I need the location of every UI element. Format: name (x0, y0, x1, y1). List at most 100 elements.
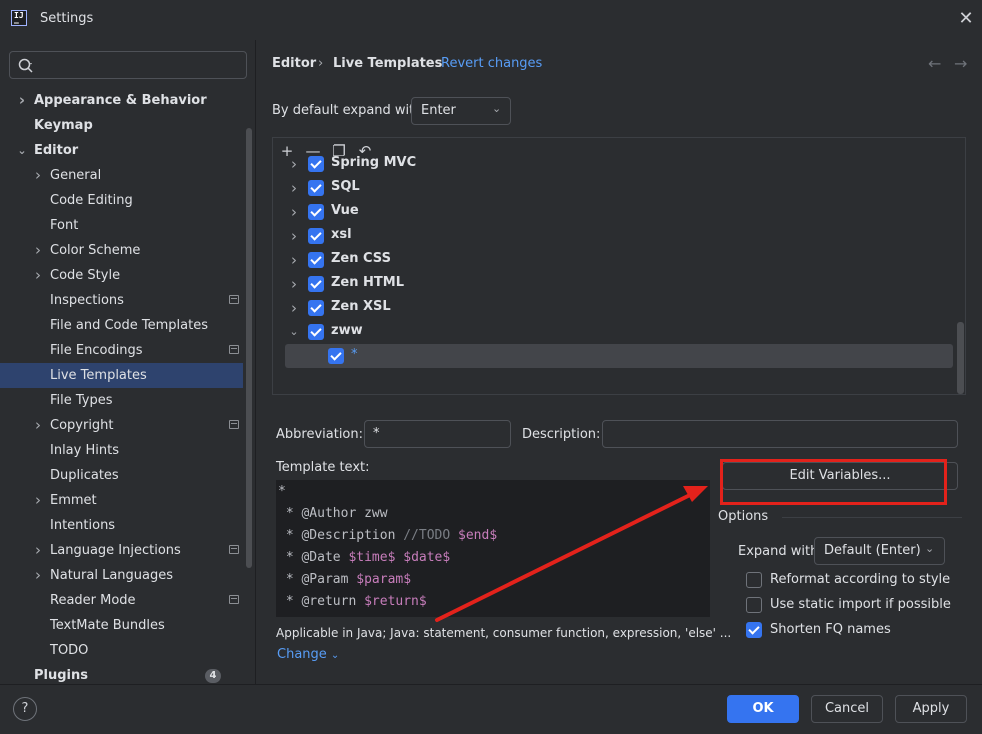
sidebar-item-appearance-behavior[interactable]: › Appearance & Behavior (0, 88, 243, 113)
remove-icon[interactable]: — (303, 141, 323, 161)
sidebar-item-file-encodings[interactable]: File Encodings (0, 338, 243, 363)
sidebar-item-font[interactable]: Font (0, 213, 243, 238)
undo-icon[interactable]: ↶ (355, 141, 375, 161)
chevron-right-icon[interactable]: › (287, 203, 301, 221)
sidebar-item-reader-mode[interactable]: Reader Mode (0, 588, 243, 613)
breadcrumb-editor[interactable]: Editor (272, 56, 316, 71)
chevron-down-icon: ⌄ (925, 542, 935, 555)
sidebar-item-label: Editor (34, 143, 79, 158)
sidebar-scrollbar[interactable] (246, 128, 252, 568)
sidebar-item-inlay-hints[interactable]: Inlay Hints (0, 438, 243, 463)
change-contexts-link[interactable]: Change ⌄ (277, 647, 339, 662)
template-text-label: Template text: (276, 460, 370, 475)
apply-button[interactable]: Apply (895, 695, 967, 723)
sidebar-item-color-scheme[interactable]: › Color Scheme (0, 238, 243, 263)
sidebar-item-label: Emmet (50, 493, 97, 508)
sidebar-item-copyright[interactable]: › Copyright (0, 413, 243, 438)
option-checkbox-reformat-according-to-style[interactable] (746, 572, 762, 588)
chevron-right-icon[interactable]: › (32, 413, 44, 438)
description-field[interactable] (602, 420, 958, 448)
enabled-checkbox[interactable] (308, 276, 324, 292)
sidebar-item-emmet[interactable]: › Emmet (0, 488, 243, 513)
copy-icon[interactable]: ❐ (329, 141, 349, 161)
abbreviation-field[interactable]: * (364, 420, 511, 448)
chevron-right-icon[interactable]: › (287, 275, 301, 293)
sidebar-item-code-editing[interactable]: Code Editing (0, 188, 243, 213)
sidebar-item-language-injections[interactable]: › Language Injections (0, 538, 243, 563)
add-icon[interactable]: + (277, 141, 297, 161)
revert-changes-link[interactable]: Revert changes (441, 56, 542, 71)
sidebar-item-intentions[interactable]: Intentions (0, 513, 243, 538)
sidebar-item-label: Inlay Hints (50, 443, 119, 458)
cancel-button[interactable]: Cancel (811, 695, 883, 723)
enabled-checkbox[interactable] (308, 180, 324, 196)
project-level-icon (229, 420, 239, 429)
sidebar-item-label: General (50, 168, 102, 183)
chevron-right-icon[interactable]: › (16, 88, 28, 113)
option-checkbox-use-static-import-if-possible[interactable] (746, 597, 762, 613)
template-group-row[interactable]: › Zen HTML (273, 272, 965, 296)
ok-button[interactable]: OK (727, 695, 799, 723)
chevron-right-icon[interactable]: › (287, 299, 301, 317)
option-checkbox-shorten-fq-names[interactable] (746, 622, 762, 638)
expand-with-dropdown[interactable]: Enter ⌄ (411, 97, 511, 125)
template-group-row[interactable]: ⌄ zww (273, 320, 965, 344)
enabled-checkbox[interactable] (308, 204, 324, 220)
sidebar-item-live-templates[interactable]: Live Templates (0, 363, 243, 388)
sidebar-item-editor[interactable]: ⌄ Editor (0, 138, 243, 163)
chevron-right-icon[interactable]: › (32, 563, 44, 588)
sidebar-item-file-and-code-templates[interactable]: File and Code Templates (0, 313, 243, 338)
enabled-checkbox[interactable] (328, 348, 344, 364)
chevron-down-icon[interactable]: ⌄ (16, 138, 28, 163)
enabled-checkbox[interactable] (308, 252, 324, 268)
close-icon[interactable]: ✕ (956, 8, 976, 30)
chevron-right-icon[interactable]: › (32, 238, 44, 263)
chevron-right-icon[interactable]: › (32, 538, 44, 563)
template-code-line: * @Param $param$ (278, 572, 412, 587)
template-label: Vue (331, 203, 359, 218)
template-group-row[interactable]: › xsl (273, 224, 965, 248)
template-group-row[interactable]: › Zen XSL (273, 296, 965, 320)
abbreviation-label: Abbreviation: (276, 427, 364, 442)
sidebar-item-todo[interactable]: TODO (0, 638, 243, 663)
template-group-row[interactable]: › SQL (273, 176, 965, 200)
project-level-icon (229, 345, 239, 354)
chevron-down-icon: ⌄ (492, 102, 502, 115)
help-button[interactable]: ? (13, 697, 37, 721)
sidebar-item-keymap[interactable]: Keymap (0, 113, 243, 138)
option-label: Shorten FQ names (770, 622, 891, 637)
enabled-checkbox[interactable] (308, 228, 324, 244)
chevron-right-icon[interactable]: › (32, 163, 44, 188)
sidebar-item-natural-languages[interactable]: › Natural Languages (0, 563, 243, 588)
template-code-line: * @Description //TODO $end$ (278, 528, 498, 543)
sidebar-item-general[interactable]: › General (0, 163, 243, 188)
tree-scrollbar[interactable] (957, 322, 964, 394)
chevron-right-icon[interactable]: › (32, 488, 44, 513)
template-label: Zen CSS (331, 251, 391, 266)
sidebar-item-duplicates[interactable]: Duplicates (0, 463, 243, 488)
forward-arrow-icon[interactable]: → (954, 54, 967, 73)
template-text-editor[interactable]: * * @Author zww * @Description //TODO $e… (276, 480, 710, 617)
chevron-right-icon[interactable]: › (287, 179, 301, 197)
template-row[interactable]: * (273, 344, 965, 368)
plugins-count-badge: 4 (205, 669, 221, 683)
applicable-contexts-text: Applicable in Java; Java: statement, con… (276, 626, 732, 640)
settings-sidebar: › Appearance & Behavior Keymap ⌄ Editor › Gene… (0, 40, 256, 684)
template-group-row[interactable]: › Zen CSS (273, 248, 965, 272)
back-arrow-icon[interactable]: ← (928, 54, 941, 73)
options-expand-dropdown[interactable]: Default (Enter) ⌄ (814, 537, 945, 565)
enabled-checkbox[interactable] (308, 324, 324, 340)
enabled-checkbox[interactable] (308, 300, 324, 316)
breadcrumb-separator: › (318, 56, 324, 71)
chevron-right-icon[interactable]: › (32, 263, 44, 288)
search-input[interactable] (9, 51, 247, 79)
sidebar-item-textmate-bundles[interactable]: TextMate Bundles (0, 613, 243, 638)
chevron-right-icon[interactable]: › (287, 251, 301, 269)
sidebar-item-inspections[interactable]: Inspections (0, 288, 243, 313)
chevron-down-icon[interactable]: ⌄ (287, 323, 301, 341)
sidebar-item-code-style[interactable]: › Code Style (0, 263, 243, 288)
chevron-right-icon[interactable]: › (287, 227, 301, 245)
template-group-row[interactable]: › Vue (273, 200, 965, 224)
sidebar-item-label: Natural Languages (50, 568, 174, 583)
sidebar-item-file-types[interactable]: File Types (0, 388, 243, 413)
